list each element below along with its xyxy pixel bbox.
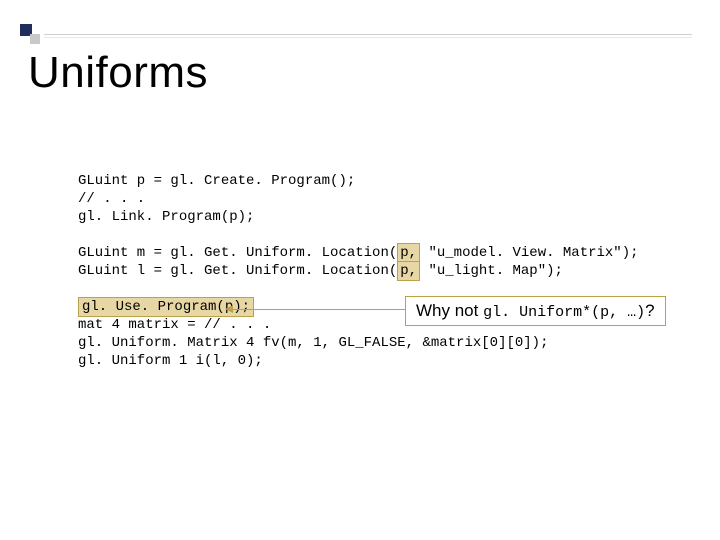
- corner-decoration: [20, 24, 40, 44]
- callout-arrow-line: [230, 309, 405, 310]
- callout-code: gl. Uniform*(p, …): [483, 304, 645, 321]
- code-line-1: GLuint p = gl. Create. Program();: [78, 173, 355, 189]
- slide: Uniforms GLuint p = gl. Create. Program(…: [0, 0, 720, 540]
- top-divider: [44, 34, 692, 38]
- code-line-10: gl. Uniform. Matrix 4 fv(m, 1, GL_FALSE,…: [78, 335, 548, 351]
- callout-box: Why not gl. Uniform*(p, …)?: [405, 296, 666, 326]
- code-line-2: // . . .: [78, 191, 145, 207]
- code-line-5-a: GLuint m = gl. Get. Uniform. Location(: [78, 245, 397, 261]
- callout-arrow-head-icon: [225, 305, 233, 313]
- callout-suffix: ?: [645, 301, 654, 320]
- code-block: GLuint p = gl. Create. Program(); // . .…: [78, 172, 639, 370]
- highlight-p-2: p,: [397, 261, 420, 281]
- code-line-9: mat 4 matrix = // . . .: [78, 317, 271, 333]
- code-line-6-b: "u_light. Map");: [420, 263, 563, 279]
- code-line-11: gl. Uniform 1 i(l, 0);: [78, 353, 263, 369]
- code-line-3: gl. Link. Program(p);: [78, 209, 254, 225]
- corner-square-light: [30, 34, 40, 44]
- code-line-5-b: "u_model. View. Matrix");: [420, 245, 638, 261]
- highlight-p-1: p,: [397, 243, 420, 263]
- code-line-6-a: GLuint l = gl. Get. Uniform. Location(: [78, 263, 397, 279]
- callout-prefix: Why not: [416, 301, 483, 320]
- slide-title: Uniforms: [28, 48, 208, 98]
